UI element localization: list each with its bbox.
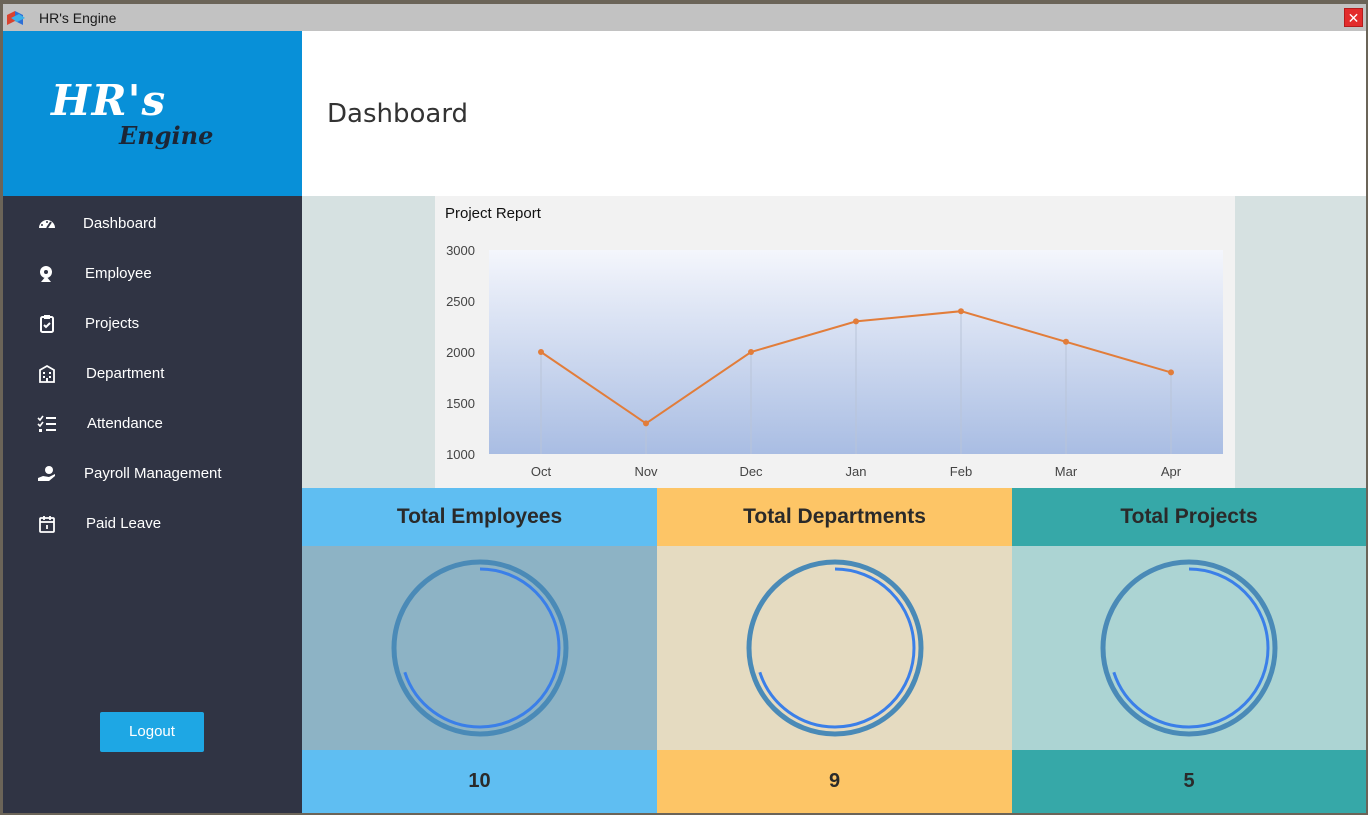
logo-panel: HR's Engine xyxy=(3,31,302,196)
logo-text-primary: HR's xyxy=(51,76,167,125)
main-content: 3000 2500 2000 1500 1000 Oct Nov Dec Jan Feb Mar A… xyxy=(302,196,1366,813)
card-title: Total Employees xyxy=(302,488,657,546)
total-projects-card: Total Projects 5 xyxy=(1012,488,1366,813)
total-employees-card: Total Employees 10 xyxy=(302,488,657,813)
sidebar-item-attendance[interactable]: Attendance xyxy=(3,402,302,446)
page-header: Dashboard xyxy=(302,31,1366,196)
card-body xyxy=(657,546,1012,750)
logo-text-secondary: Engine xyxy=(119,121,214,150)
data-point xyxy=(748,349,754,355)
hand-coin-icon xyxy=(38,466,55,481)
progress-ring xyxy=(1100,559,1278,737)
sidebar-item-payroll[interactable]: Payroll Management xyxy=(3,452,302,496)
sidebar-item-projects[interactable]: Projects xyxy=(3,302,302,346)
y-tick-label: 2000 xyxy=(446,345,475,360)
card-body xyxy=(1012,546,1366,750)
y-tick-label: 3000 xyxy=(446,243,475,258)
sidebar-item-label: Attendance xyxy=(87,415,163,432)
total-departments-card: Total Departments 9 xyxy=(657,488,1012,813)
line-chart: 3000 2500 2000 1500 1000 Oct Nov Dec Jan Feb Mar A… xyxy=(446,243,1223,479)
checklist-icon xyxy=(37,415,56,432)
card-value: 9 xyxy=(657,750,1012,813)
sidebar-item-dashboard[interactable]: Dashboard xyxy=(3,202,302,246)
sidebar-item-label: Paid Leave xyxy=(86,515,162,532)
sidebar-item-paid-leave[interactable]: Paid Leave xyxy=(3,502,302,546)
y-tick-label: 1500 xyxy=(446,396,475,411)
x-tick-label: Jan xyxy=(846,464,867,479)
sidebar: Dashboard Employee Projects Department A… xyxy=(3,196,302,813)
data-point xyxy=(1063,338,1069,345)
logout-button[interactable]: Logout xyxy=(100,712,204,752)
card-title: Total Departments xyxy=(657,488,1012,546)
close-button[interactable]: ✕ xyxy=(1344,8,1363,27)
y-tick-label: 1000 xyxy=(446,447,475,462)
title-bar[interactable]: HR's Engine ✕ xyxy=(3,4,1366,31)
project-report-chart: 3000 2500 2000 1500 1000 Oct Nov Dec Jan Feb Mar A… xyxy=(435,196,1235,488)
progress-ring xyxy=(746,559,923,737)
progress-ring xyxy=(391,559,568,737)
x-tick-label: Feb xyxy=(950,464,972,479)
page-title: Dashboard xyxy=(327,99,469,129)
sidebar-item-label: Department xyxy=(86,365,165,382)
x-tick-label: Nov xyxy=(634,464,658,479)
card-value: 5 xyxy=(1012,750,1366,813)
building-icon xyxy=(39,364,55,383)
speedometer-icon xyxy=(39,220,55,229)
app-window: HR's Engine ✕ HR's Engine Dashboard Dash… xyxy=(3,4,1366,813)
calendar-icon xyxy=(39,516,55,533)
window-title: HR's Engine xyxy=(39,10,117,26)
chart-title: Project Report xyxy=(445,205,541,222)
sidebar-item-employee[interactable]: Employee xyxy=(3,252,302,296)
data-point xyxy=(958,308,964,315)
y-tick-label: 2500 xyxy=(446,294,475,309)
data-point xyxy=(853,318,859,325)
clipboard-icon xyxy=(40,315,54,333)
x-tick-label: Oct xyxy=(531,464,552,479)
x-tick-label: Mar xyxy=(1055,464,1078,479)
app-cube-icon xyxy=(7,11,25,25)
sidebar-item-label: Projects xyxy=(85,315,140,332)
x-tick-label: Apr xyxy=(1161,464,1182,479)
data-point xyxy=(643,420,649,427)
data-point xyxy=(538,349,544,355)
sidebar-item-label: Payroll Management xyxy=(84,465,222,482)
data-point xyxy=(1168,369,1174,376)
sidebar-item-department[interactable]: Department xyxy=(3,352,302,396)
sidebar-item-label: Employee xyxy=(85,265,152,282)
employee-icon xyxy=(40,266,52,282)
card-title: Total Projects xyxy=(1012,488,1366,546)
card-body xyxy=(302,546,657,750)
sidebar-item-label: Dashboard xyxy=(83,215,157,232)
card-value: 10 xyxy=(302,750,657,813)
x-tick-label: Dec xyxy=(739,464,763,479)
